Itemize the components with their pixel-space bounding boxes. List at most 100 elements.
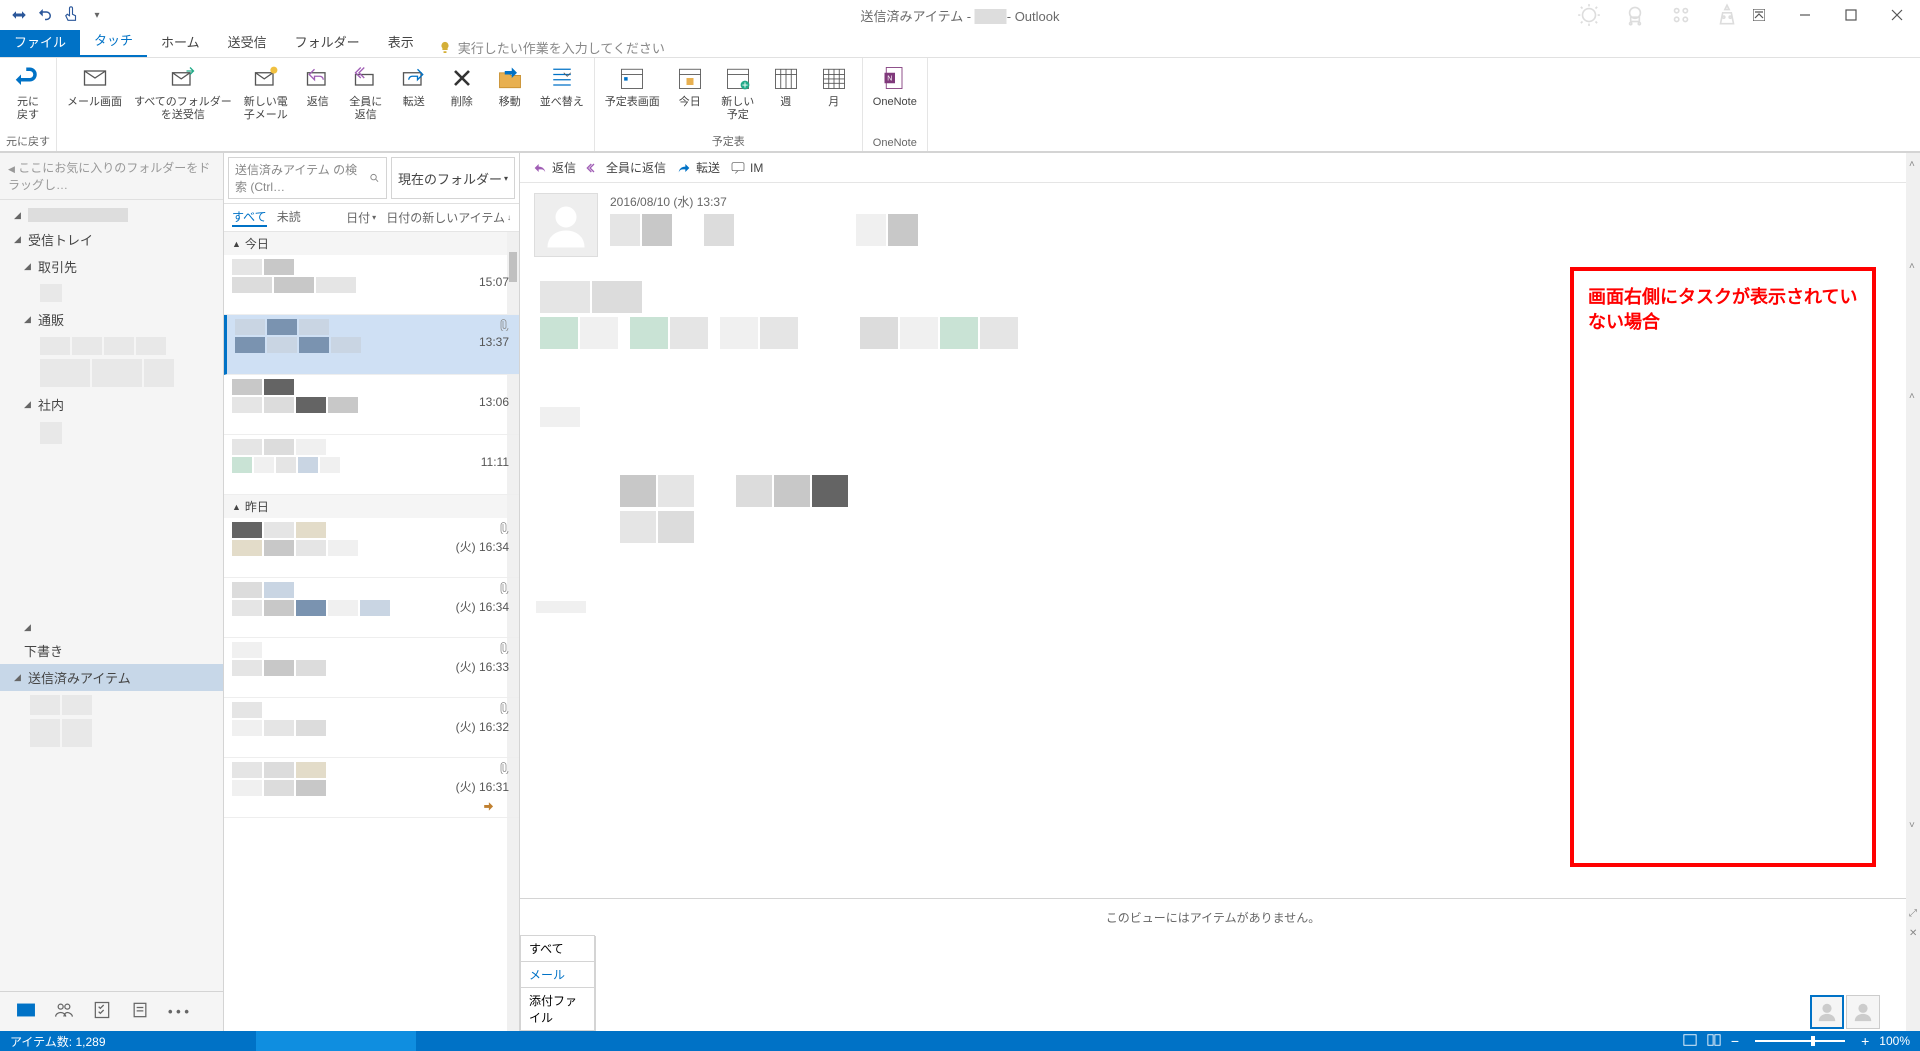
maximize-button[interactable] xyxy=(1828,0,1874,30)
zoom-out-icon[interactable]: − xyxy=(1731,1033,1739,1049)
person-thumbnail[interactable] xyxy=(1810,995,1844,1029)
new-appointment-button[interactable]: 新しい 予定 xyxy=(716,60,760,131)
people-tab-all[interactable]: すべて xyxy=(520,935,595,962)
tab-folder[interactable]: フォルダー xyxy=(281,26,374,57)
minimize-button[interactable] xyxy=(1782,0,1828,30)
onenote-button[interactable]: NOneNote xyxy=(869,60,921,135)
ribbon-display-options-icon[interactable] xyxy=(1736,0,1782,30)
folder-expand[interactable]: ◢ xyxy=(0,618,223,637)
scroll-up-icon[interactable]: ˄ xyxy=(1909,159,1915,170)
reading-reply-all-button[interactable]: 全員に返信 xyxy=(586,159,666,176)
week-button[interactable]: 週 xyxy=(764,60,808,131)
person-thumbnail[interactable] xyxy=(1846,995,1880,1029)
zoom-slider[interactable] xyxy=(1755,1040,1845,1042)
no-items-message: このビューにはアイテムがありません。 xyxy=(520,899,1906,936)
reading-bottom: このビューにはアイテムがありません。 すべて メール 添付ファイル xyxy=(520,898,1906,1031)
window-controls xyxy=(1736,0,1920,30)
view-normal-icon[interactable] xyxy=(1683,1033,1697,1050)
message-time: (火) 16:31 xyxy=(456,778,509,795)
quick-access-toolbar: ▾ xyxy=(0,6,106,24)
favorites-drop-hint: ◀ ここにお気に入りのフォルダーをドラッグし… xyxy=(0,153,223,200)
scroll-caret-icon[interactable]: ˄ xyxy=(1909,391,1915,402)
reading-pane: 返信 全員に返信 転送 IM 2016/08/10 (水) 13:37 画面右側… xyxy=(520,153,1906,1031)
qat-touch-icon[interactable] xyxy=(62,6,80,24)
forward-button[interactable]: 転送 xyxy=(392,60,436,135)
today-button[interactable]: 今日 xyxy=(668,60,712,131)
undo-button[interactable]: 元に 戻す xyxy=(6,60,50,131)
message-item[interactable]: 13:37 xyxy=(224,315,519,375)
tell-me-box[interactable]: 実行したい作業を入力してください xyxy=(428,38,665,57)
filter-unread[interactable]: 未読 xyxy=(277,208,301,227)
nav-mail-icon[interactable] xyxy=(16,1000,36,1023)
search-scope-dropdown[interactable]: 現在のフォルダー▾ xyxy=(391,157,515,199)
reading-actions: 返信 全員に返信 転送 IM xyxy=(520,153,1906,183)
message-date: 2016/08/10 (水) 13:37 xyxy=(610,193,1892,210)
close-button[interactable] xyxy=(1874,0,1920,30)
folder-account[interactable]: ◢ xyxy=(0,204,223,226)
folder-tsuhan[interactable]: ◢通販 xyxy=(0,306,223,333)
people-pane-tabs: すべて メール 添付ファイル xyxy=(520,936,596,1031)
reply-all-button[interactable]: 全員に 返信 xyxy=(344,60,388,135)
attachment-icon xyxy=(497,762,509,777)
reading-reply-button[interactable]: 返信 xyxy=(532,159,576,176)
ribbon: 元に 戻す 元に戻す メール画面 すべてのフォルダー を送受信 新しい電 子メー… xyxy=(0,58,1920,152)
tab-send-receive[interactable]: 送受信 xyxy=(214,26,281,57)
date-header-today[interactable]: ▲今日 xyxy=(224,232,519,255)
search-input[interactable]: 送信済みアイテム の検索 (Ctrl… xyxy=(228,157,387,199)
nav-notes-icon[interactable] xyxy=(130,1000,150,1023)
message-item[interactable]: (火) 16:31 xyxy=(224,758,519,818)
date-header-yesterday[interactable]: ▲昨日 xyxy=(224,495,519,518)
qat-undo-icon[interactable] xyxy=(36,6,54,24)
mail-view-button[interactable]: メール画面 xyxy=(63,60,126,135)
calendar-view-button[interactable]: 予定表画面 xyxy=(601,60,664,131)
qat-send-receive-icon[interactable] xyxy=(10,6,28,24)
folder-sent-items[interactable]: ◢送信済みアイテム xyxy=(0,664,223,691)
message-item[interactable]: (火) 16:33 xyxy=(224,638,519,698)
collapse-caret-icon[interactable]: ˄ xyxy=(1909,261,1915,272)
people-tab-mail[interactable]: メール xyxy=(520,961,595,988)
message-item[interactable]: 13:06 xyxy=(224,375,519,435)
message-item[interactable]: 11:11 xyxy=(224,435,519,495)
attachment-icon xyxy=(497,702,509,717)
send-receive-all-button[interactable]: すべてのフォルダー を送受信 xyxy=(130,60,236,135)
reading-forward-button[interactable]: 転送 xyxy=(676,159,720,176)
sender-avatar xyxy=(534,193,598,257)
attachment-icon xyxy=(497,319,509,334)
message-item[interactable]: (火) 16:34 xyxy=(224,518,519,578)
reading-im-button[interactable]: IM xyxy=(730,159,763,176)
view-reading-icon[interactable] xyxy=(1707,1033,1721,1050)
close-pane-icon[interactable]: ✕ xyxy=(1909,928,1917,939)
sort-button[interactable]: 並べ替え xyxy=(536,60,588,135)
message-item[interactable]: 15:07 xyxy=(224,255,519,315)
message-item[interactable]: (火) 16:34 xyxy=(224,578,519,638)
message-item[interactable]: (火) 16:32 xyxy=(224,698,519,758)
scroll-caret-icon[interactable]: ˅ xyxy=(1909,820,1915,831)
status-bar: アイテム数: 1,289 − + 100% xyxy=(0,1031,1920,1051)
move-button[interactable]: 移動 xyxy=(488,60,532,135)
nav-people-icon[interactable] xyxy=(54,1000,74,1023)
tab-home[interactable]: ホーム xyxy=(147,26,214,57)
month-button[interactable]: 月 xyxy=(812,60,856,131)
delete-button[interactable]: 削除 xyxy=(440,60,484,135)
attachment-icon xyxy=(497,642,509,657)
new-email-button[interactable]: 新しい電 子メール xyxy=(240,60,292,135)
sort-by-dropdown[interactable]: 日付▾ xyxy=(346,208,376,227)
qat-customize-icon[interactable]: ▾ xyxy=(88,6,106,24)
tab-view[interactable]: 表示 xyxy=(374,26,428,57)
filter-all[interactable]: すべて xyxy=(232,208,267,227)
tab-file[interactable]: ファイル xyxy=(0,26,80,57)
folder-drafts[interactable]: 下書き xyxy=(0,637,223,664)
folder-torihikisaki[interactable]: ◢取引先 xyxy=(0,253,223,280)
nav-more-icon[interactable]: • • • xyxy=(168,1004,189,1019)
zoom-level[interactable]: 100% xyxy=(1879,1034,1910,1048)
sort-order-dropdown[interactable]: 日付の新しいアイテム↓ xyxy=(386,208,511,227)
folder-inbox[interactable]: ◢受信トレイ xyxy=(0,226,223,253)
folder-shanai[interactable]: ◢社内 xyxy=(0,391,223,418)
expand-icon[interactable]: ⤢ xyxy=(1909,908,1917,919)
people-tab-attachments[interactable]: 添付ファイル xyxy=(520,987,595,1031)
annotation-text: 画面右側にタスクが表示されていない場合 xyxy=(1574,271,1872,349)
zoom-in-icon[interactable]: + xyxy=(1861,1033,1869,1049)
right-rail[interactable]: ˄ ˄ ˄ ˅ ⤢ ✕ xyxy=(1906,153,1920,1031)
reply-button[interactable]: 返信 xyxy=(296,60,340,135)
nav-tasks-icon[interactable] xyxy=(92,1000,112,1023)
